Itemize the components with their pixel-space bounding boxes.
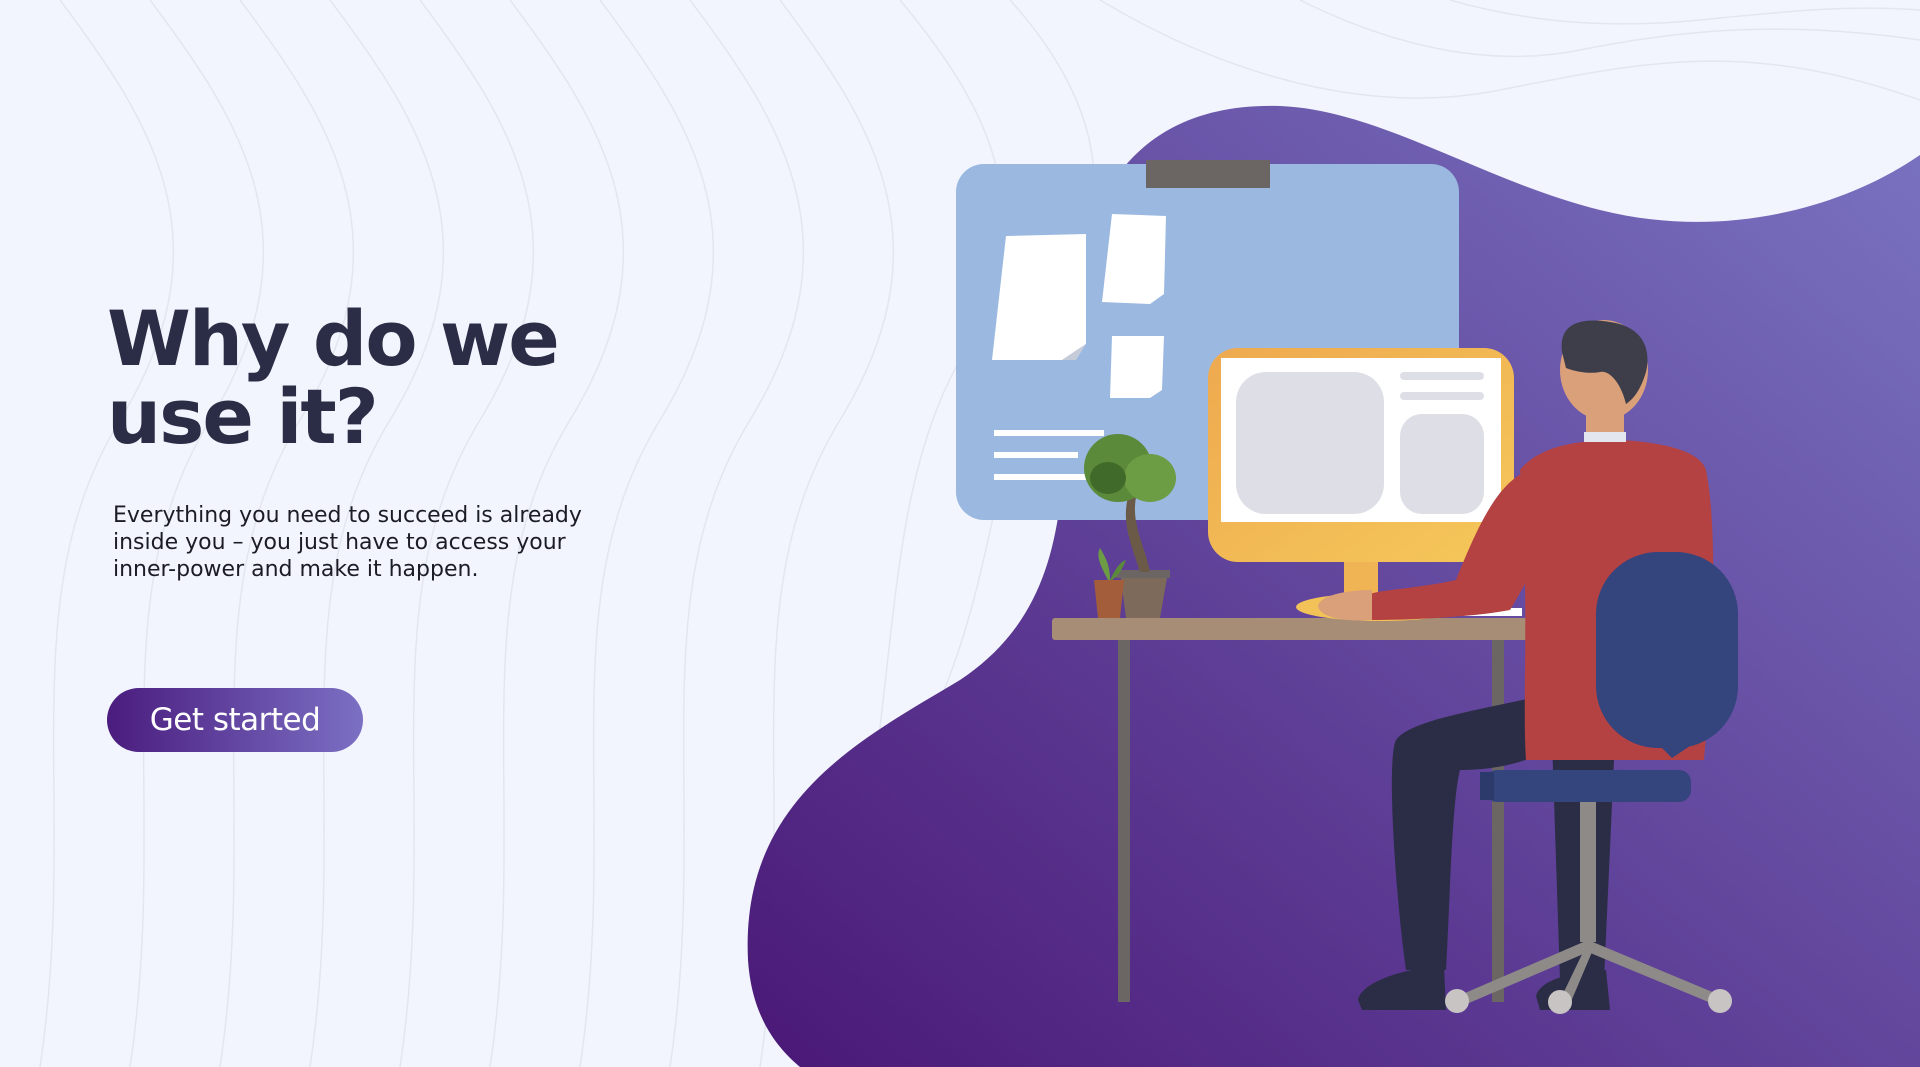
get-started-button[interactable]: Get started [107, 688, 363, 752]
hero-description: Everything you need to succeed is alread… [113, 503, 582, 582]
hero-title: Why do we use it? [107, 294, 560, 461]
hero-section: Why do we use it? Everything you need to… [107, 300, 627, 583]
landing-page: Why do we use it? Everything you need to… [0, 0, 1920, 1067]
